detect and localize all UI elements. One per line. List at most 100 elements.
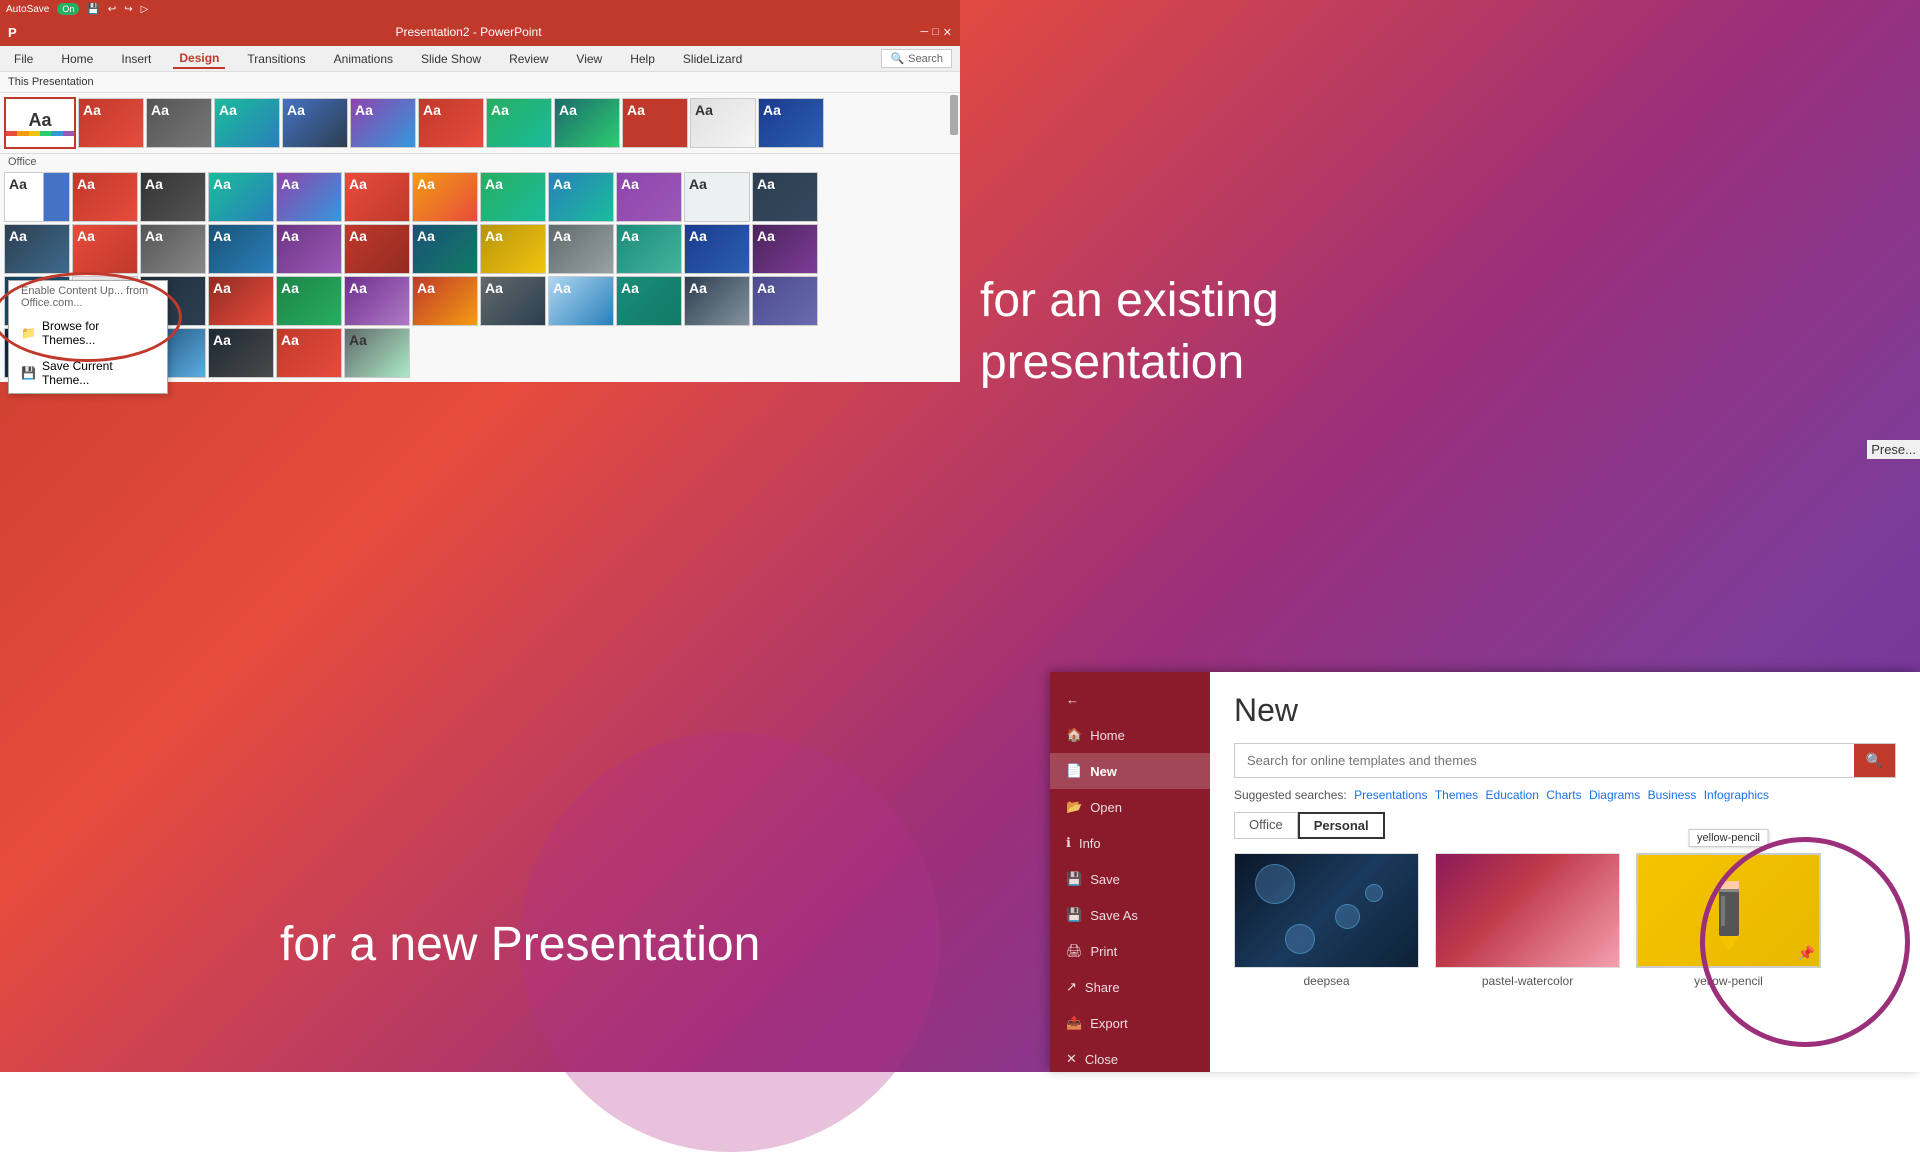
present-icon[interactable]: ▷ — [141, 4, 149, 15]
ribbon-search-box[interactable]: 🔍 Search — [881, 49, 952, 68]
suggested-education[interactable]: Education — [1486, 788, 1539, 802]
office-theme-11[interactable]: Aa — [684, 172, 750, 222]
office-theme-22[interactable]: Aa — [616, 224, 682, 274]
office-theme-34[interactable]: Aa — [616, 276, 682, 326]
suggested-business[interactable]: Business — [1648, 788, 1697, 802]
suggested-diagrams[interactable]: Diagrams — [1589, 788, 1640, 802]
office-theme-15[interactable]: Aa — [140, 224, 206, 274]
office-theme-41[interactable]: Aa — [276, 328, 342, 378]
theme-thumb-4[interactable]: Aa — [282, 98, 348, 148]
sidebar-share[interactable]: ↗ Share — [1050, 969, 1210, 1005]
minimize-btn[interactable]: ─ — [920, 26, 928, 39]
office-theme-29[interactable]: Aa — [276, 276, 342, 326]
save-theme-item[interactable]: 💾 Save Current Theme... — [9, 353, 167, 393]
theme-thumb-3[interactable]: Aa — [214, 98, 280, 148]
sidebar-info[interactable]: ℹ Info — [1050, 825, 1210, 861]
office-theme-13[interactable]: Aa — [4, 224, 70, 274]
office-theme-19[interactable]: Aa — [412, 224, 478, 274]
office-theme-8[interactable]: Aa — [480, 172, 546, 222]
sidebar-home[interactable]: 🏠 Home — [1050, 717, 1210, 753]
theme-thumb-11[interactable]: Aa — [758, 98, 824, 148]
tab-design[interactable]: Design — [173, 49, 225, 69]
theme-thumb-6[interactable]: Aa — [418, 98, 484, 148]
office-theme-23[interactable]: Aa — [684, 224, 750, 274]
theme-thumb-9[interactable]: Aa — [622, 98, 688, 148]
office-theme-9[interactable]: Aa — [548, 172, 614, 222]
office-theme-18[interactable]: Aa — [344, 224, 410, 274]
suggested-infographics[interactable]: Infographics — [1704, 788, 1769, 802]
current-theme-thumb[interactable]: Aa — [4, 97, 76, 149]
office-theme-32[interactable]: Aa — [480, 276, 546, 326]
export-icon: 📤 — [1066, 1015, 1082, 1031]
tab-animations[interactable]: Animations — [328, 50, 399, 68]
browse-themes-item[interactable]: 📁 Browse for Themes... — [9, 313, 167, 353]
theme-thumb-8[interactable]: Aa — [554, 98, 620, 148]
scrollbar-thumb[interactable] — [950, 95, 958, 135]
office-theme-36[interactable]: Aa — [752, 276, 818, 326]
pin-icon[interactable]: 📌 — [1798, 945, 1815, 962]
office-theme-6[interactable]: Aa — [344, 172, 410, 222]
sidebar-back-btn[interactable]: ← — [1050, 682, 1210, 717]
tab-file[interactable]: File — [8, 50, 39, 68]
office-theme-5[interactable]: Aa — [276, 172, 342, 222]
theme-thumb-5[interactable]: Aa — [350, 98, 416, 148]
tab-insert[interactable]: Insert — [115, 50, 157, 68]
office-theme-35[interactable]: Aa — [684, 276, 750, 326]
office-theme-28[interactable]: Aa — [208, 276, 274, 326]
template-deepsea[interactable]: deepsea — [1234, 853, 1419, 988]
template-yellow-pencil[interactable]: yellow-pencil 📌 yellow-penc — [1636, 853, 1821, 988]
office-theme-42[interactable]: Aa — [344, 328, 410, 378]
tab-help[interactable]: Help — [624, 50, 661, 68]
undo-icon[interactable]: ↩ — [108, 4, 116, 15]
sidebar-open[interactable]: 📂 Open — [1050, 789, 1210, 825]
theme-thumb-7[interactable]: Aa — [486, 98, 552, 148]
save-icon[interactable]: 💾 — [87, 4, 99, 15]
sidebar-save-as[interactable]: 💾 Save As — [1050, 897, 1210, 933]
template-search-button[interactable]: 🔍 — [1854, 744, 1895, 777]
office-theme-31[interactable]: Aa — [412, 276, 478, 326]
office-theme-14[interactable]: Aa — [72, 224, 138, 274]
office-theme-3[interactable]: Aa — [140, 172, 206, 222]
sidebar-new[interactable]: 📄 New — [1050, 753, 1210, 789]
office-theme-17[interactable]: Aa — [276, 224, 342, 274]
office-theme-7[interactable]: Aa — [412, 172, 478, 222]
maximize-btn[interactable]: □ — [932, 26, 939, 39]
office-theme-12[interactable]: Aa — [752, 172, 818, 222]
close-btn[interactable]: ✕ — [943, 26, 952, 39]
tab-office[interactable]: Office — [1234, 812, 1298, 839]
info-label: Info — [1079, 836, 1101, 851]
office-theme-2[interactable]: Aa — [72, 172, 138, 222]
suggested-charts[interactable]: Charts — [1546, 788, 1581, 802]
office-theme-20[interactable]: Aa — [480, 224, 546, 274]
office-theme-40[interactable]: Aa — [208, 328, 274, 378]
sidebar-print[interactable]: 🖨 Print — [1050, 933, 1210, 969]
office-theme-1[interactable]: Aa — [4, 172, 70, 222]
tab-view[interactable]: View — [570, 50, 608, 68]
tab-personal[interactable]: Personal — [1298, 812, 1385, 839]
suggested-themes[interactable]: Themes — [1435, 788, 1478, 802]
search-label: Search — [908, 53, 943, 65]
tab-transitions[interactable]: Transitions — [241, 50, 311, 68]
office-theme-33[interactable]: Aa — [548, 276, 614, 326]
suggested-presentations[interactable]: Presentations — [1354, 788, 1427, 802]
tab-slideshow[interactable]: Slide Show — [415, 50, 487, 68]
sidebar-save[interactable]: 💾 Save — [1050, 861, 1210, 897]
office-theme-4[interactable]: Aa — [208, 172, 274, 222]
theme-thumb-2[interactable]: Aa — [146, 98, 212, 148]
office-theme-21[interactable]: Aa — [548, 224, 614, 274]
autosave-toggle[interactable]: On — [57, 3, 79, 15]
office-theme-30[interactable]: Aa — [344, 276, 410, 326]
tab-slidelizard[interactable]: SlideLizard — [677, 50, 748, 68]
office-theme-24[interactable]: Aa — [752, 224, 818, 274]
office-theme-10[interactable]: Aa — [616, 172, 682, 222]
tab-review[interactable]: Review — [503, 50, 554, 68]
redo-icon[interactable]: ↪ — [124, 4, 132, 15]
template-pastel-watercolor[interactable]: pastel-watercolor — [1435, 853, 1620, 988]
tab-home[interactable]: Home — [55, 50, 99, 68]
theme-thumb-10[interactable]: Aa — [690, 98, 756, 148]
office-theme-16[interactable]: Aa — [208, 224, 274, 274]
theme-thumb-1[interactable]: Aa — [78, 98, 144, 148]
sidebar-export[interactable]: 📤 Export — [1050, 1005, 1210, 1041]
template-search-input[interactable] — [1235, 745, 1854, 776]
current-theme-area: Aa Aa Aa Aa Aa Aa Aa Aa Aa Aa Aa Aa — [0, 93, 960, 154]
